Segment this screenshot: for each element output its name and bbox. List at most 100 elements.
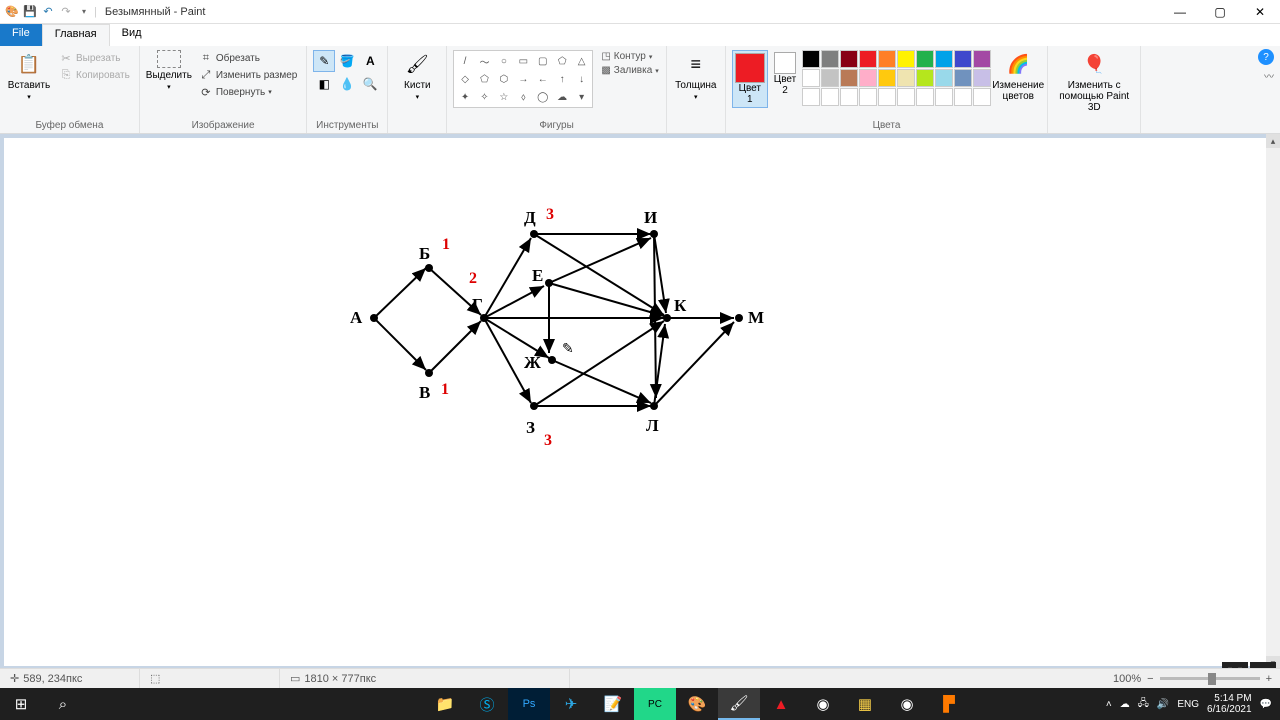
save-icon[interactable]: 💾 — [22, 4, 38, 20]
help-icon[interactable]: ? — [1258, 49, 1274, 65]
file-tab[interactable]: File — [0, 24, 42, 46]
palette-color[interactable] — [897, 69, 915, 87]
palette-color[interactable] — [821, 69, 839, 87]
zoom-in-button[interactable]: + — [1266, 673, 1272, 685]
palette-color[interactable] — [821, 50, 839, 68]
task-notepadpp[interactable]: 📝 — [592, 688, 634, 720]
palette-color[interactable] — [916, 50, 934, 68]
tray-expand-icon[interactable]: ˄ — [1106, 699, 1112, 710]
select-button[interactable]: Выделить ▾ — [146, 50, 192, 91]
task-notes[interactable]: ▦ — [844, 688, 886, 720]
shape-fill-button[interactable]: ▩Заливка▾ — [600, 64, 659, 77]
palette-empty[interactable] — [859, 88, 877, 106]
minimize-button[interactable]: — — [1160, 0, 1200, 24]
tray-volume-icon[interactable]: 🔊 — [1157, 699, 1169, 710]
palette-color[interactable] — [973, 69, 991, 87]
shape-outline-button[interactable]: ◳Контур▾ — [600, 50, 659, 63]
size-icon: ≡ — [682, 50, 710, 78]
palette-color[interactable] — [802, 50, 820, 68]
palette-color[interactable] — [897, 50, 915, 68]
collapse-ribbon-icon[interactable]: 〰 — [1264, 68, 1274, 83]
palette-color[interactable] — [859, 69, 877, 87]
palette-color[interactable] — [935, 69, 953, 87]
palette-empty[interactable] — [840, 88, 858, 106]
undo-icon[interactable]: ↶ — [40, 4, 56, 20]
picker-tool[interactable]: 💧 — [336, 73, 358, 95]
palette-empty[interactable] — [973, 88, 991, 106]
task-paint-classic[interactable]: 🎨 — [676, 688, 718, 720]
palette-empty[interactable] — [802, 88, 820, 106]
palette-empty[interactable] — [935, 88, 953, 106]
palette-empty[interactable] — [897, 88, 915, 106]
task-acrobat[interactable]: ▲ — [760, 688, 802, 720]
palette-color[interactable] — [954, 50, 972, 68]
paint3d-button[interactable]: 🎈 Изменить с помощью Paint 3D — [1054, 50, 1134, 113]
palette-color[interactable] — [954, 69, 972, 87]
view-tab[interactable]: Вид — [110, 24, 154, 46]
redo-icon[interactable]: ↷ — [58, 4, 74, 20]
palette-empty[interactable] — [878, 88, 896, 106]
size-button[interactable]: ≡ Толщина ▾ — [673, 50, 719, 101]
task-recorder[interactable]: ▛ — [928, 688, 970, 720]
canvas[interactable]: А Б В Г Д Е Ж З И К Л М 1 1 2 3 3 ✎ — [4, 138, 1266, 666]
eraser-tool[interactable]: ◧ — [313, 73, 335, 95]
task-photoshop[interactable]: Ps — [508, 688, 550, 720]
pencil-tool[interactable]: ✎ — [313, 50, 335, 72]
task-explorer[interactable]: 📁 — [424, 688, 466, 720]
tray-notifications-icon[interactable]: 💬 — [1260, 699, 1272, 710]
start-button[interactable]: ⊞ — [0, 688, 42, 720]
text-tool[interactable]: A — [359, 50, 381, 72]
palette-color[interactable] — [878, 50, 896, 68]
home-tab[interactable]: Главная — [42, 24, 110, 46]
zoom-tool[interactable]: 🔍 — [359, 73, 381, 95]
edit-colors-button[interactable]: 🌈 Изменение цветов — [995, 50, 1041, 102]
color2-button[interactable]: Цвет 2 — [772, 50, 798, 98]
ribbon-tabs: File Главная Вид — [0, 24, 1280, 46]
tray-clock[interactable]: 5:14 PM 6/16/2021 — [1207, 693, 1252, 715]
task-paint[interactable]: 🖌 — [718, 688, 760, 720]
vertical-scrollbar[interactable]: ▴ ▾ — [1266, 134, 1280, 670]
zoom-out-button[interactable]: − — [1147, 673, 1153, 685]
palette-color[interactable] — [878, 69, 896, 87]
cut-button[interactable]: ✂Вырезать — [56, 50, 133, 66]
maximize-button[interactable]: ▢ — [1200, 0, 1240, 24]
task-pycharm[interactable]: PC — [634, 688, 676, 720]
palette-color[interactable] — [973, 50, 991, 68]
rotate-button[interactable]: ⟳Повернуть ▾ — [196, 84, 300, 100]
scroll-up-icon[interactable]: ▴ — [1266, 134, 1280, 148]
zoom-slider[interactable] — [1160, 677, 1260, 680]
color1-button[interactable]: Цвет 1 — [732, 50, 768, 108]
palette-color[interactable] — [935, 50, 953, 68]
graph-drawing — [344, 198, 794, 478]
brush-icon: 🖌 — [403, 50, 431, 78]
status-bar: ✛589, 234пкс ⬚ ▭1810 × 777пкс 100% − + — [0, 668, 1280, 688]
crop-button[interactable]: ⌗Обрезать — [196, 50, 300, 66]
search-button[interactable]: ⌕ — [42, 688, 84, 720]
palette-empty[interactable] — [821, 88, 839, 106]
close-button[interactable]: ✕ — [1240, 0, 1280, 24]
task-chrome2[interactable]: ◉ — [886, 688, 928, 720]
tray-network-icon[interactable]: 🖧 — [1138, 696, 1149, 713]
task-skype[interactable]: Ⓢ — [466, 688, 508, 720]
paste-button[interactable]: 📋 Вставить ▾ — [6, 50, 52, 101]
tray-onedrive-icon[interactable]: ☁ — [1120, 699, 1130, 710]
palette-empty[interactable] — [954, 88, 972, 106]
qat-dropdown-icon[interactable]: ▾ — [76, 4, 92, 20]
shapes-gallery[interactable]: /〜○▭▢⬠△ ◇⬠⬡→←↑↓ ✦✧☆⬨◯☁▾ — [453, 50, 593, 108]
resize-button[interactable]: ⤢Изменить размер — [196, 67, 300, 83]
clipboard-group: 📋 Вставить ▾ ✂Вырезать ⎘Копировать Буфер… — [0, 46, 140, 133]
color-palette[interactable] — [802, 50, 991, 106]
task-chrome[interactable]: ◉ — [802, 688, 844, 720]
paint-app-icon: 🎨 — [4, 4, 20, 20]
palette-color[interactable] — [859, 50, 877, 68]
fill-tool[interactable]: 🪣 — [336, 50, 358, 72]
tray-language[interactable]: ENG — [1177, 699, 1199, 710]
palette-color[interactable] — [840, 69, 858, 87]
brushes-button[interactable]: 🖌 Кисти ▾ — [394, 50, 440, 101]
task-telegram[interactable]: ✈ — [550, 688, 592, 720]
palette-color[interactable] — [802, 69, 820, 87]
palette-empty[interactable] — [916, 88, 934, 106]
palette-color[interactable] — [916, 69, 934, 87]
palette-color[interactable] — [840, 50, 858, 68]
copy-button[interactable]: ⎘Копировать — [56, 67, 133, 83]
